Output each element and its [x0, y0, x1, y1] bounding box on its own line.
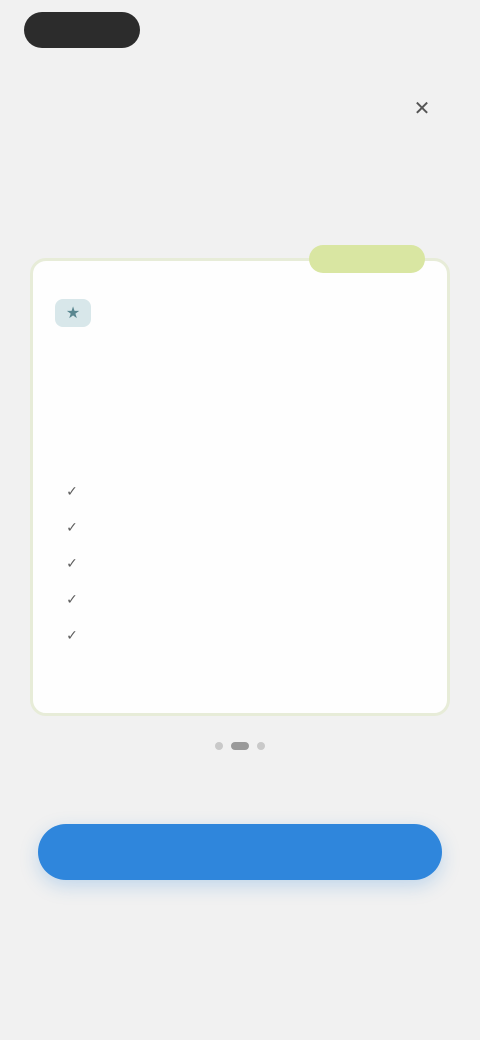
check-icon: ✓ — [66, 519, 78, 535]
pager-dot[interactable] — [215, 742, 223, 750]
close-button[interactable]: ✕ — [408, 94, 436, 122]
check-icon: ✓ — [66, 483, 78, 499]
back-button[interactable] — [24, 12, 140, 48]
check-icon: ✓ — [66, 555, 78, 571]
subscribe-button[interactable] — [38, 824, 442, 880]
pager-dot-active[interactable] — [231, 742, 249, 750]
check-icon: ✓ — [66, 627, 78, 643]
plan-badge — [309, 245, 425, 273]
feature-item: ✓ — [61, 553, 431, 573]
carousel-pager[interactable] — [0, 742, 480, 750]
feature-list: ✓ ✓ ✓ ✓ ✓ — [61, 481, 431, 661]
feature-item: ✓ — [61, 589, 431, 609]
pager-dot[interactable] — [257, 742, 265, 750]
plan-icon: ★ — [55, 299, 91, 327]
plan-card[interactable]: ★ ✓ ✓ ✓ ✓ ✓ — [30, 245, 450, 716]
feature-item: ✓ — [61, 625, 431, 645]
feature-item: ✓ — [61, 481, 431, 501]
close-icon: ✕ — [413, 97, 431, 120]
check-icon: ✓ — [66, 591, 78, 607]
feature-item: ✓ — [61, 517, 431, 537]
